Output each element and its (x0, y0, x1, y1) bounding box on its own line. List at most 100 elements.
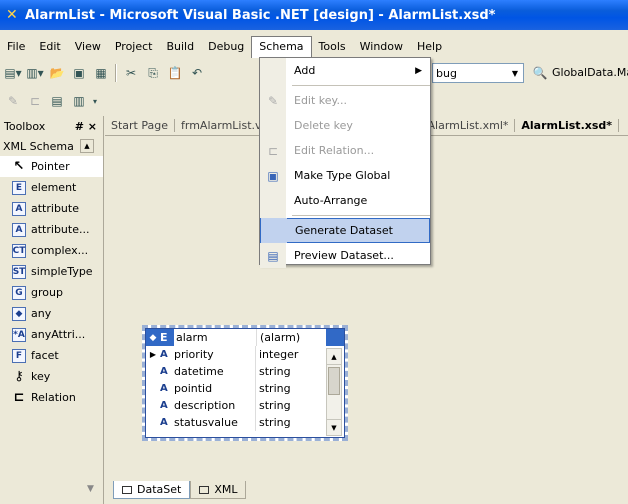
toolbox-item-facet[interactable]: Ffacet (0, 345, 103, 366)
group-icon: G (12, 285, 26, 300)
toolbox-item-complex[interactable]: CT complex... (0, 240, 103, 261)
doc-tab-3[interactable]: AlarmList.xsd* (515, 119, 620, 132)
element-attribute-row[interactable]: Astatusvalue string (146, 414, 344, 431)
element-icon: E (12, 180, 26, 195)
undo-icon[interactable]: ↶ (186, 63, 208, 83)
chevron-down-icon[interactable]: ▼ (507, 64, 523, 82)
element-attribute-row[interactable]: ▶ Apriority integer (146, 346, 344, 363)
attribute-type[interactable]: string (256, 380, 316, 397)
menu-view[interactable]: View (68, 37, 108, 57)
solution-config-combo[interactable]: bug ▼ (432, 63, 524, 83)
toolbox-item-label: any (31, 307, 52, 320)
toolbox-item-pointer[interactable]: ↖ Pointer (0, 156, 103, 177)
menu-window[interactable]: Window (353, 37, 410, 57)
view-tab-xml[interactable]: XML (190, 481, 247, 499)
toolbox-item-simpletype[interactable]: ST simpleType (0, 261, 103, 282)
menu-edit[interactable]: Edit (32, 37, 67, 57)
toolbox-item-anyattri[interactable]: *A anyAttri... (0, 324, 103, 345)
toolbox-item-relation[interactable]: ⊏ Relation (0, 387, 103, 408)
save-icon[interactable]: ▣ (68, 63, 90, 83)
element-kind: E (160, 331, 168, 344)
element-attribute-row[interactable]: Adescription string (146, 397, 344, 414)
toolbox-item-label: element (31, 181, 77, 194)
toolbox-panel: Toolbox # × XML Schema ▲ ↖ Pointer Eelemen… (0, 116, 104, 504)
menu-gutter (260, 188, 286, 213)
toolbox-item-attribute[interactable]: Aattribute... (0, 219, 103, 240)
menu-tools[interactable]: Tools (312, 37, 353, 57)
solution-config-value: bug (436, 66, 457, 80)
toolbar-overflow-icon[interactable]: ▾ (90, 91, 100, 111)
menu-item-make-type-global[interactable]: ▣ Make Type Global (260, 163, 430, 188)
menu-item-label: Auto-Arrange (294, 194, 368, 207)
toolbox-item-attribute[interactable]: Aattribute (0, 198, 103, 219)
title-bar: ✕ AlarmList - Microsoft Visual Basic .NE… (0, 0, 628, 30)
toolbox-item-group[interactable]: Ggroup (0, 282, 103, 303)
element-type[interactable]: (alarm) (256, 329, 326, 346)
schema-element-alarm[interactable]: ◆ E alarm (alarm) ▶ Apriority integer Adate… (142, 325, 348, 441)
pin-close-buttons[interactable]: # × (75, 120, 97, 133)
copy-icon[interactable]: ⎘ (142, 63, 164, 83)
any-attribute-icon: *A (12, 327, 26, 342)
element-attribute-row[interactable]: Apointid string (146, 380, 344, 397)
scroll-up-icon[interactable]: ▲ (79, 139, 94, 153)
menu-item-auto-arrange[interactable]: Auto-Arrange (260, 188, 430, 213)
menu-schema[interactable]: Schema (251, 36, 312, 58)
menu-item-label: Generate Dataset (295, 224, 393, 237)
menu-project[interactable]: Project (108, 37, 160, 57)
attribute-type[interactable]: string (256, 363, 316, 380)
menu-item-preview-dataset[interactable]: ▤ Preview Dataset... (260, 243, 430, 268)
facet-icon: F (12, 348, 26, 363)
menu-bar: File Edit View Project Build Debug Schema Tools… (0, 36, 628, 58)
menu-debug[interactable]: Debug (201, 37, 251, 57)
attribute-name[interactable]: datetime (174, 363, 256, 380)
open-file-icon[interactable]: 📂 (46, 63, 68, 83)
menu-gutter (261, 218, 287, 243)
menu-item-generate-dataset[interactable]: Generate Dataset (260, 218, 430, 243)
toolbox-item-element[interactable]: Eelement (0, 177, 103, 198)
view-tab-label: DataSet (137, 483, 182, 496)
element-name[interactable]: alarm (174, 329, 256, 346)
key-icon: ⚷ (14, 369, 24, 384)
schema-tool-4-icon[interactable]: ▥ (68, 91, 90, 111)
doc-tab-0[interactable]: Start Page (105, 119, 175, 132)
schema-tool-1-icon[interactable]: ✎ (2, 91, 24, 111)
scroll-thumb[interactable] (328, 367, 340, 395)
view-tab-dataset[interactable]: DataSet (113, 481, 191, 499)
attribute-name[interactable]: pointid (174, 380, 256, 397)
attribute-name[interactable]: description (174, 397, 256, 414)
toolbox-item-label: attribute (31, 202, 79, 215)
toolbox-tab-xml-schema[interactable]: XML Schema ▲ (0, 136, 103, 156)
paste-icon[interactable]: 📋 (164, 63, 186, 83)
menu-file[interactable]: File (0, 37, 32, 57)
project-combo-value[interactable]: GlobalData.Main (552, 66, 628, 79)
doc-tab-2[interactable]: AlarmList.xml* (422, 119, 516, 132)
toolbox-scroll-down-icon[interactable]: ▼ (87, 484, 94, 494)
element-scrollbar[interactable]: ▲ ▼ (326, 348, 342, 436)
toolbox-item-label: anyAttri... (31, 328, 86, 341)
attribute-type[interactable]: string (256, 414, 316, 431)
cut-icon[interactable]: ✂ (120, 63, 142, 83)
menu-item-label: Preview Dataset... (294, 249, 394, 262)
app-icon: ✕ (6, 7, 18, 23)
element-attribute-row[interactable]: Adatetime string (146, 363, 344, 380)
attribute-type[interactable]: string (256, 397, 316, 414)
scroll-up-icon[interactable]: ▲ (327, 349, 341, 365)
menu-help[interactable]: Help (410, 37, 449, 57)
menu-build[interactable]: Build (159, 37, 201, 57)
schema-tool-2-icon[interactable]: ⊏ (24, 91, 46, 111)
new-project-icon[interactable]: ▤▾ (2, 63, 24, 83)
menu-item-add[interactable]: Add ▶ (260, 58, 430, 83)
find-icon[interactable]: 🔍 (529, 63, 551, 83)
menu-item-label: Edit Relation... (294, 144, 375, 157)
add-item-icon[interactable]: ▥▾ (24, 63, 46, 83)
attribute-name[interactable]: statusvalue (174, 414, 256, 431)
element-header-row[interactable]: ◆ E alarm (alarm) (146, 329, 344, 346)
toolbox-title: Toolbox (4, 119, 46, 133)
attribute-name[interactable]: priority (174, 346, 256, 363)
save-all-icon[interactable]: ▦ (90, 63, 112, 83)
schema-tool-3-icon[interactable]: ▤ (46, 91, 68, 111)
toolbox-item-key[interactable]: ⚷ key (0, 366, 103, 387)
attribute-type[interactable]: integer (256, 346, 316, 363)
toolbox-item-any[interactable]: ◆ any (0, 303, 103, 324)
scroll-down-icon[interactable]: ▼ (327, 419, 341, 435)
